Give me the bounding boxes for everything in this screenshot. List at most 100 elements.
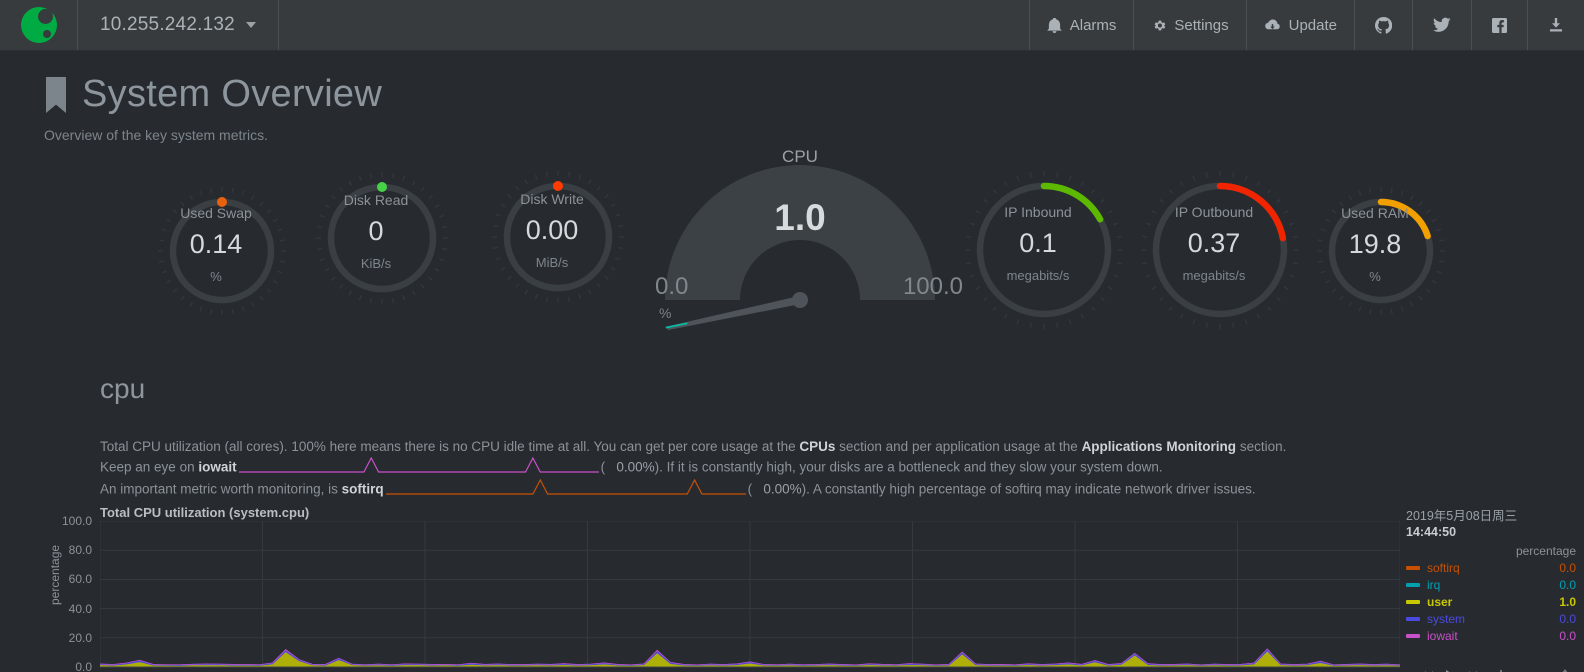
top-navbar: 10.255.242.132 Alarms Settings Update [0, 0, 1584, 51]
softirq-percent: 0.00% [763, 481, 802, 497]
desc-line-3: An important metric worth monitoring, is… [100, 478, 1584, 501]
gauge-label: IP Outbound [1174, 204, 1254, 221]
legend-swatch [1406, 583, 1420, 587]
legend-name: iowait [1427, 629, 1458, 643]
softirq-sparkline[interactable] [385, 478, 746, 501]
nav-item-download[interactable] [1527, 0, 1584, 50]
legend-value: 0.0 [1559, 561, 1576, 575]
gauge-units: % [210, 268, 222, 284]
chart-y-axis: 0.0 20.0 40.0 60.0 80.0 100.0 [30, 514, 92, 672]
github-icon [1375, 16, 1392, 34]
gauge-disk-write[interactable]: Disk Write 0.00 MiB/s [490, 169, 624, 303]
gauge-units: KiB/s [360, 255, 392, 271]
gauge-value: 0.14 [189, 228, 243, 259]
legend-row-user[interactable]: user 1.0 [1406, 595, 1578, 609]
hostname-selector[interactable]: 10.255.242.132 [78, 0, 279, 50]
legend-row-iowait[interactable]: iowait 0.0 [1406, 629, 1578, 643]
gauge-units: MiB/s [535, 254, 569, 270]
legend-time: 14:44:50 [1406, 525, 1457, 539]
cpu-chart[interactable]: Total CPU utilization (system.cpu) perce… [0, 505, 1584, 672]
desc-text: ). A constantly high percentage of softi… [801, 481, 1256, 497]
gauge-value: 19.8 [1348, 228, 1402, 259]
gauge-cpu[interactable]: CPU 1.0 0.0 % 100.0 [645, 147, 963, 355]
gear-icon [1151, 18, 1166, 33]
gauge-disk-read[interactable]: Disk Read 0 KiB/s [314, 170, 448, 304]
legend-row-softirq[interactable]: softirq 0.0 [1406, 561, 1578, 575]
page-title: System Overview [82, 73, 383, 115]
legend-row-system[interactable]: system 0.0 [1406, 612, 1578, 626]
y-tick-label: 80.0 [68, 543, 92, 558]
gauge-row: Used Swap 0.14 % Disk Read 0 KiB/s Disk … [0, 147, 1584, 355]
iowait-percent: 0.00% [616, 459, 655, 475]
desc-line-2: Keep an eye on iowait ( 0.00%). If it is… [100, 456, 1584, 479]
desc-text: section. [1236, 439, 1287, 454]
cpus-link[interactable]: CPUs [799, 439, 835, 454]
gauge-used-swap[interactable]: Used Swap 0.14 % [156, 185, 286, 315]
desc-text: Total CPU utilization (all cores). 100% … [100, 439, 800, 454]
y-tick-label: 100.0 [61, 514, 92, 528]
y-tick-label: 40.0 [68, 601, 92, 616]
y-tick-label: 0.0 [75, 660, 92, 672]
nav-item-settings[interactable]: Settings [1133, 0, 1245, 50]
softirq-label: softirq [341, 481, 384, 497]
nav-item-alarms[interactable]: Alarms [1028, 0, 1134, 50]
netdata-logo-icon [20, 7, 57, 43]
cpu-gauge-min: 0.0 [655, 273, 689, 300]
gauge-value: 0.37 [1187, 227, 1241, 258]
legend-swatch [1406, 634, 1420, 638]
nav-item-twitter[interactable] [1412, 0, 1471, 50]
gauge-label: Disk Read [343, 192, 409, 209]
nav-label: Alarms [1069, 16, 1117, 34]
chart-plot-area[interactable] [99, 520, 1401, 672]
apps-monitoring-link[interactable]: Applications Monitoring [1082, 439, 1237, 454]
gauge-units: megabits/s [1006, 267, 1070, 283]
cpu-gauge-units: % [659, 305, 672, 321]
legend-value: 0.0 [1559, 578, 1576, 592]
title-row: System Overview [44, 73, 1584, 116]
gauge-ip-inbound[interactable]: IP Inbound 0.1 megabits/s [963, 169, 1123, 329]
nav-item-github[interactable] [1354, 0, 1412, 50]
legend-swatch [1406, 566, 1420, 570]
cpu-gauge-title: CPU [782, 147, 818, 166]
gauge-units: megabits/s [1182, 267, 1246, 283]
chart-title: Total CPU utilization (system.cpu) [100, 505, 310, 520]
gauge-label: Disk Write [520, 191, 584, 208]
chart-legend: 2019年5月08日周三 14:44:50 percentage softirq… [1406, 505, 1578, 643]
legend-unit-header: percentage [1515, 544, 1576, 558]
section-description: Total CPU utilization (all cores). 100% … [100, 437, 1584, 501]
legend-name: irq [1427, 578, 1441, 592]
iowait-sparkline[interactable] [238, 456, 599, 479]
gauge-ip-outbound[interactable]: IP Outbound 0.37 megabits/s [1139, 169, 1299, 329]
gauge-used-ram[interactable]: Used RAM 19.8 % [1315, 185, 1445, 315]
facebook-icon [1492, 17, 1507, 33]
cpu-gauge-max: 100.0 [902, 273, 963, 300]
gauge-value: 0.1 [1019, 227, 1057, 258]
legend-value: 0.0 [1559, 629, 1576, 643]
gauge-label: Used Swap [180, 205, 252, 222]
desc-line-1: Total CPU utilization (all cores). 100% … [100, 437, 1584, 457]
y-tick-label: 60.0 [68, 572, 92, 587]
nav-item-facebook[interactable] [1471, 0, 1527, 50]
section-title: cpu [100, 373, 146, 404]
gauge-value: 0 [368, 215, 384, 246]
twitter-icon [1433, 17, 1451, 33]
gauge-label: IP Inbound [1004, 204, 1072, 221]
nav-item-update[interactable]: Update [1245, 0, 1354, 50]
resize-handle-icon[interactable] [1560, 668, 1570, 672]
legend-name: system [1427, 612, 1466, 626]
logo[interactable] [0, 0, 78, 50]
legend-row-irq[interactable]: irq 0.0 [1406, 578, 1578, 592]
gauge-value: 0.00 [525, 214, 579, 245]
bookmark-icon [44, 76, 68, 113]
cpu-section: cpu Total CPU utilization (all cores). 1… [0, 373, 1584, 501]
hostname-label: 10.255.242.132 [100, 14, 235, 35]
bell-icon [1047, 17, 1062, 33]
legend-value: 0.0 [1559, 612, 1576, 626]
page-header: System Overview Overview of the key syst… [0, 51, 1584, 143]
download-icon [1548, 17, 1564, 33]
legend-date: 2019年5月08日周三 [1406, 509, 1518, 523]
chart-controls [1419, 668, 1570, 672]
cpu-gauge-value: 1.0 [774, 197, 826, 238]
y-tick-label: 20.0 [68, 630, 92, 645]
